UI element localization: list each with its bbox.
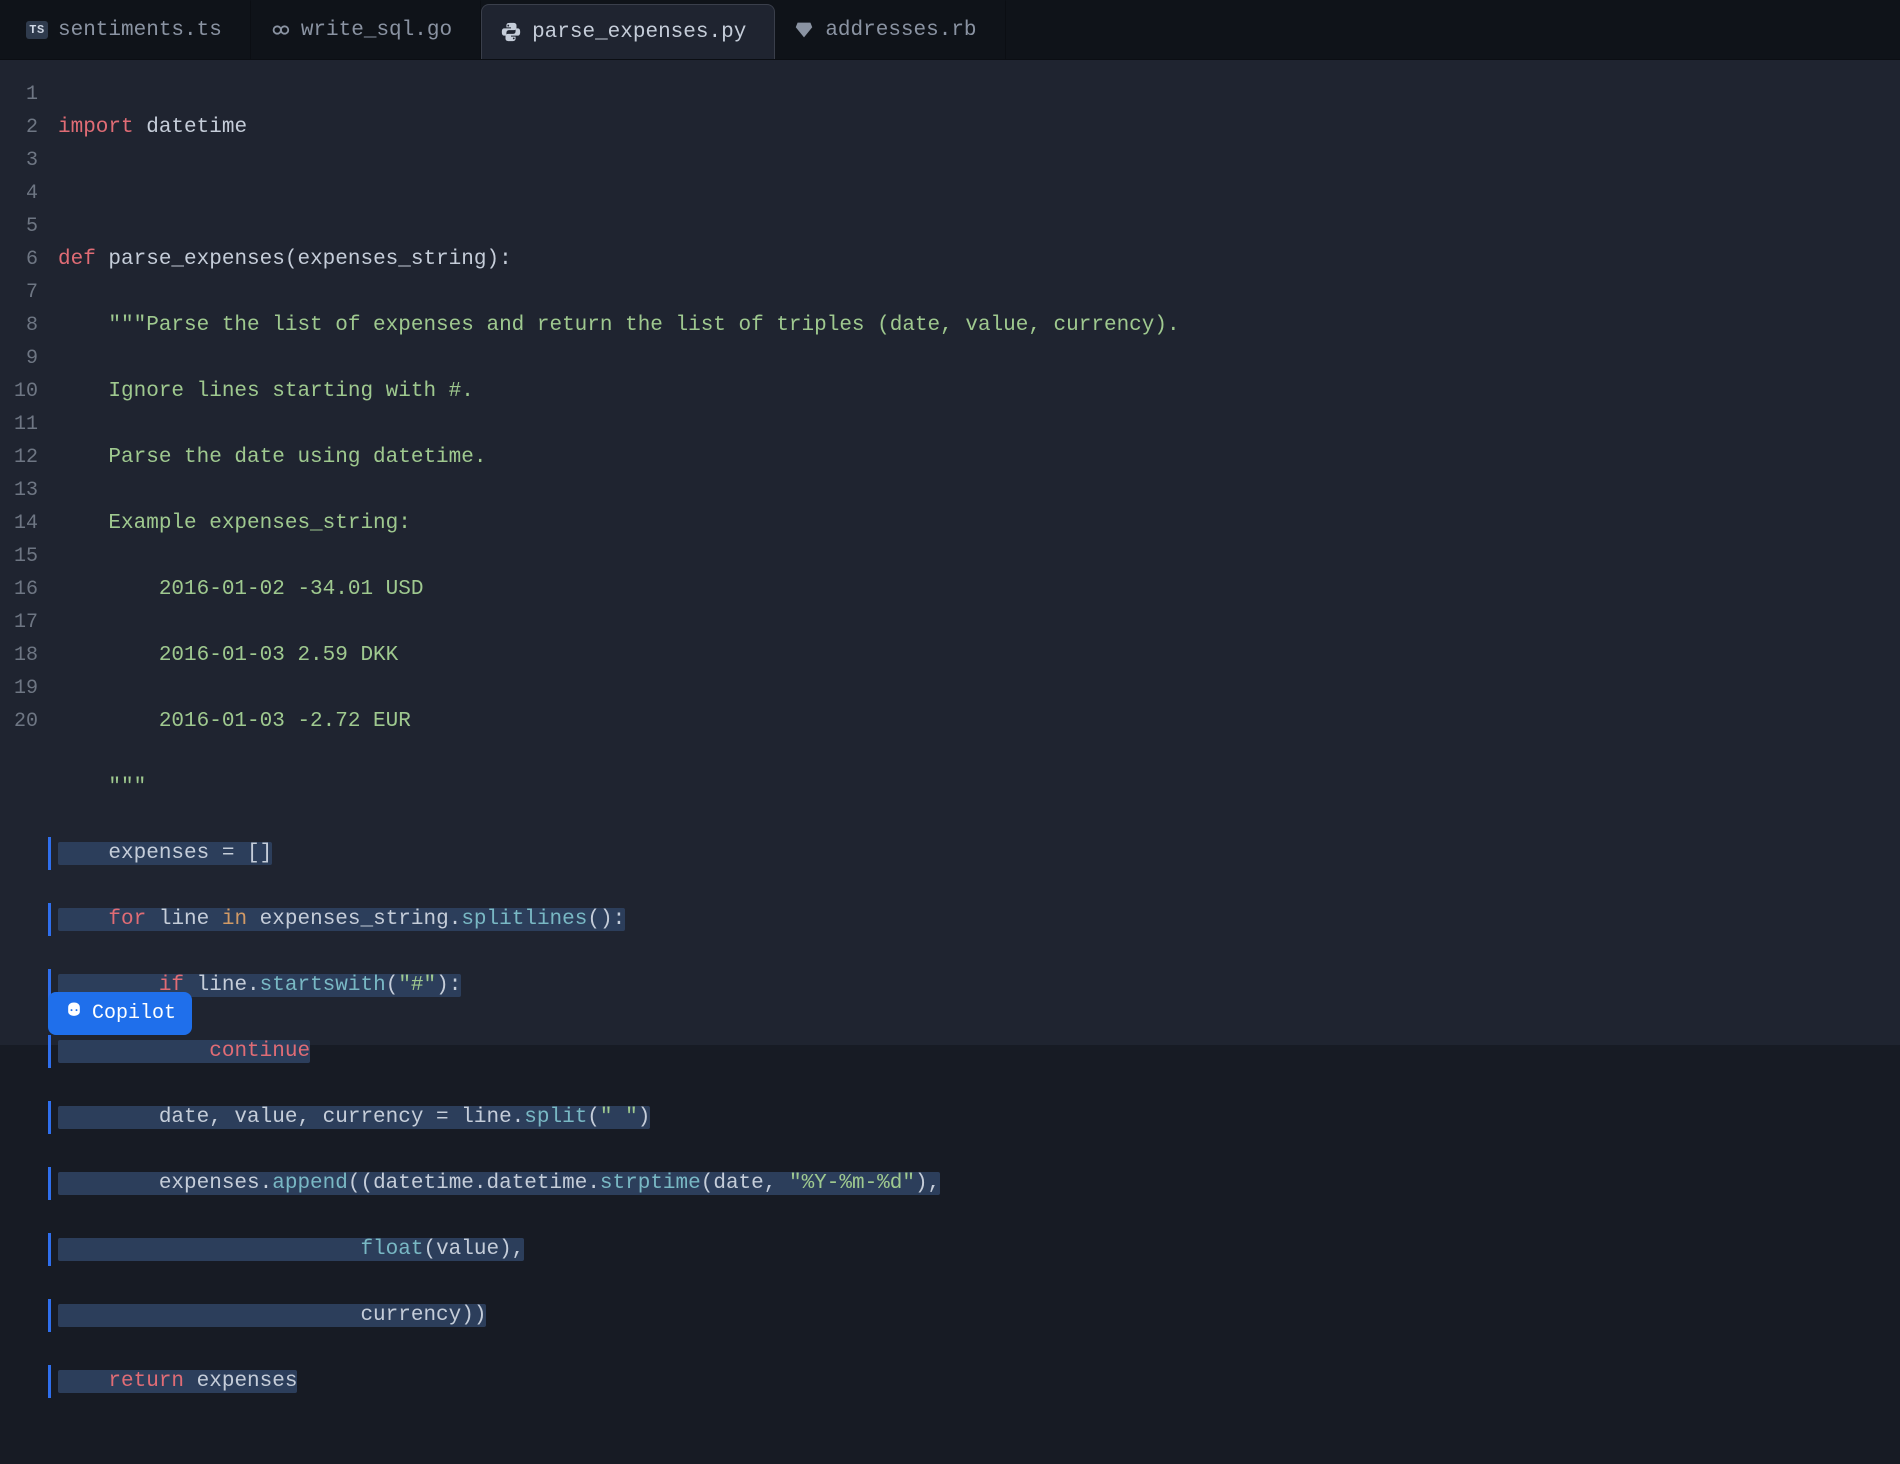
tab-label: write_sql.go — [301, 19, 452, 42]
tab-label: addresses.rb — [825, 19, 976, 42]
code-line[interactable]: 2016-01-03 -2.72 EUR — [58, 705, 1180, 738]
code-line[interactable]: if line.startswith("#"): — [58, 969, 1180, 1002]
tab-bar: TS sentiments.ts write_sql.go parse_expe… — [0, 0, 1900, 60]
tab-label: sentiments.ts — [58, 19, 222, 42]
tab-label: parse_expenses.py — [532, 21, 746, 44]
ts-icon: TS — [26, 19, 48, 41]
code-line[interactable]: Example expenses_string: — [58, 507, 1180, 540]
code-line[interactable]: Parse the date using datetime. — [58, 441, 1180, 474]
code-line[interactable]: continue — [58, 1035, 1180, 1068]
code-line[interactable]: currency)) — [58, 1299, 1180, 1332]
code-line[interactable]: def parse_expenses(expenses_string): — [58, 243, 1180, 276]
code-line[interactable]: """ — [58, 771, 1180, 804]
code-area[interactable]: import datetime def parse_expenses(expen… — [46, 60, 1180, 1045]
code-line[interactable]: 2016-01-02 -34.01 USD — [58, 573, 1180, 606]
code-line[interactable]: return expenses — [58, 1365, 1180, 1398]
code-line[interactable]: Ignore lines starting with #. — [58, 375, 1180, 408]
code-line[interactable]: expenses.append((datetime.datetime.strpt… — [58, 1167, 1180, 1200]
copilot-button[interactable]: Copilot — [48, 992, 192, 1035]
tab-parse-expenses[interactable]: parse_expenses.py — [481, 4, 775, 59]
copilot-label: Copilot — [92, 1002, 176, 1025]
code-line[interactable] — [58, 177, 1180, 210]
code-editor[interactable]: 12345678910 11121314151617181920 import … — [0, 60, 1900, 1045]
copilot-icon — [64, 1000, 84, 1027]
ruby-icon — [793, 19, 815, 41]
code-line[interactable]: expenses = [] — [58, 837, 1180, 870]
go-icon — [269, 19, 291, 41]
code-line[interactable]: date, value, currency = line.split(" ") — [58, 1101, 1180, 1134]
line-number-gutter: 12345678910 11121314151617181920 — [0, 60, 46, 1045]
code-line[interactable]: float(value), — [58, 1233, 1180, 1266]
code-line[interactable]: import datetime — [58, 111, 1180, 144]
code-line[interactable]: """Parse the list of expenses and return… — [58, 309, 1180, 342]
tab-write-sql[interactable]: write_sql.go — [251, 0, 481, 59]
tab-sentiments[interactable]: TS sentiments.ts — [8, 0, 251, 59]
python-icon — [500, 21, 522, 43]
code-line[interactable]: for line in expenses_string.splitlines()… — [58, 903, 1180, 936]
tab-addresses[interactable]: addresses.rb — [775, 0, 1005, 59]
code-line[interactable]: 2016-01-03 2.59 DKK — [58, 639, 1180, 672]
